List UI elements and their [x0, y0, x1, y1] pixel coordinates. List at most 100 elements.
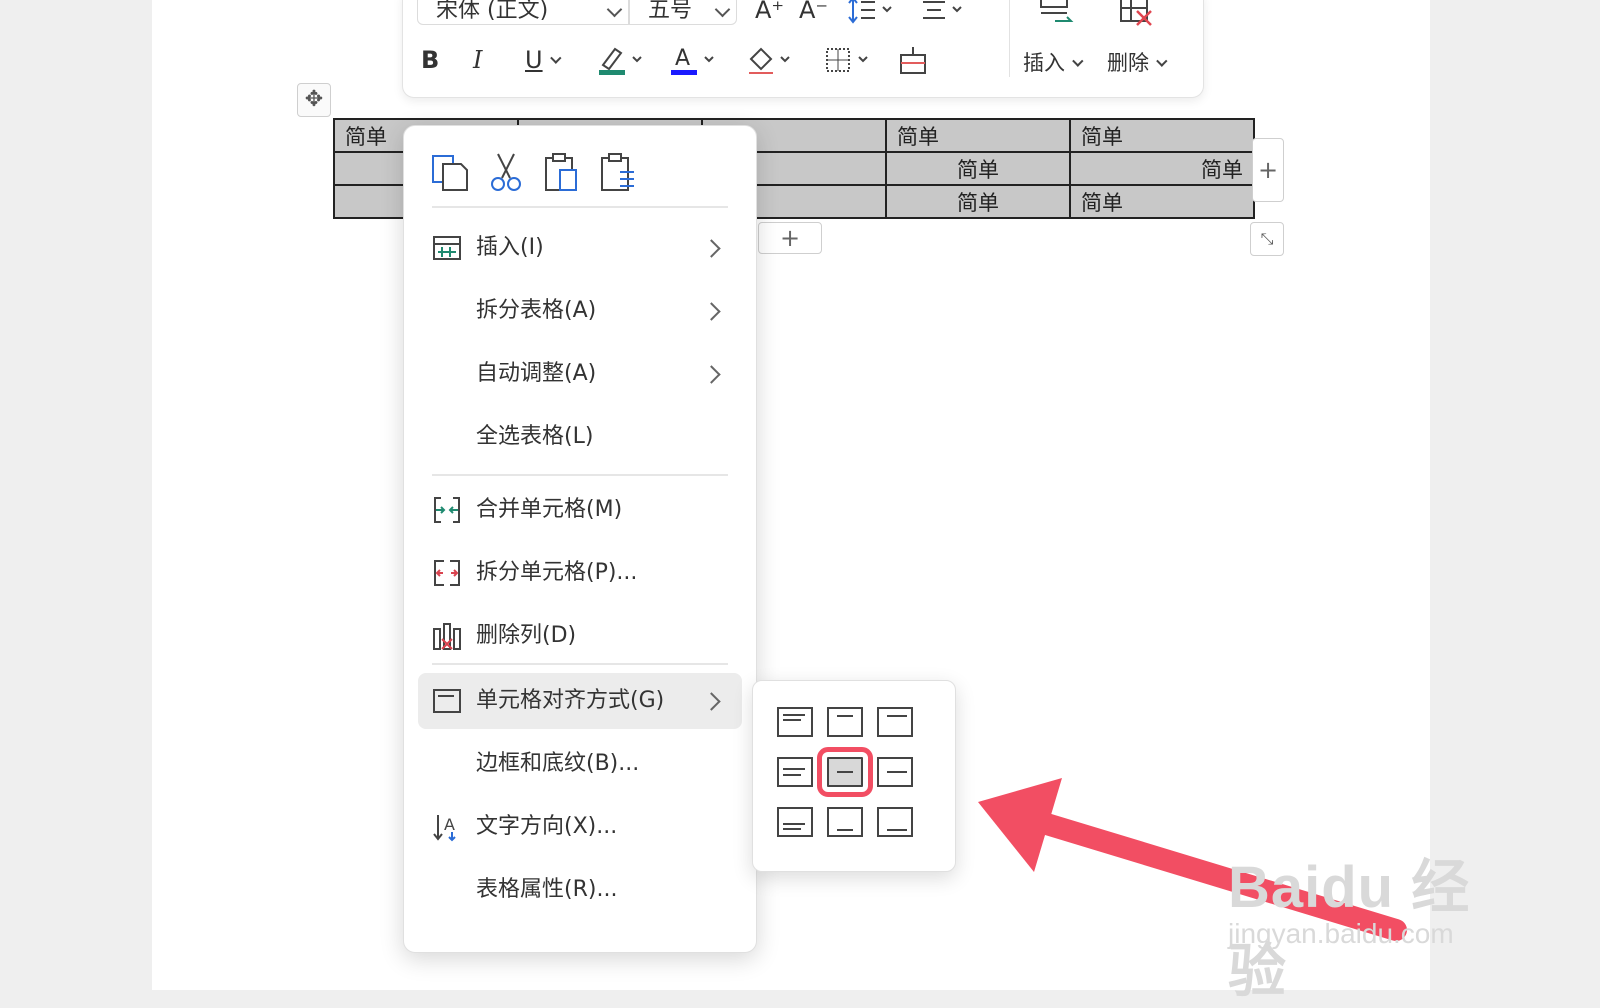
table-cell[interactable]: 简单	[1069, 118, 1255, 153]
align-top-right-button[interactable]	[877, 707, 913, 737]
chevron-right-icon	[702, 692, 721, 711]
menu-item-autofit[interactable]: 自动调整(A)	[418, 346, 742, 402]
copy-icon[interactable]	[430, 152, 470, 192]
menu-item-select-table[interactable]: 全选表格(L)	[418, 409, 742, 465]
cell-align-icon	[433, 689, 461, 713]
font-size-select[interactable]: 五号	[629, 0, 737, 25]
clear-format-button[interactable]	[897, 43, 933, 77]
menu-item-insert[interactable]: 插入(I)	[418, 220, 742, 276]
table-context-menu: 插入(I) 拆分表格(A) 自动调整(A) 全选表格(L) 合并单元格(M) 拆	[403, 125, 757, 953]
menu-item-cell-alignment[interactable]: 单元格对齐方式(G)	[418, 673, 742, 729]
line-spacing-button[interactable]	[847, 0, 899, 27]
svg-text:A: A	[675, 46, 690, 71]
delete-column-icon	[433, 623, 461, 650]
expand-icon: ⤡	[1260, 229, 1274, 248]
eraser-icon	[900, 47, 926, 74]
align-top-center-button[interactable]	[827, 707, 863, 737]
chevron-down-icon	[714, 1, 731, 18]
highlight-button[interactable]	[597, 43, 645, 77]
menu-item-label: 全选表格(L)	[476, 424, 594, 449]
insert-menu-button[interactable]: 插入	[1023, 47, 1084, 77]
align-middle-right-button[interactable]	[877, 757, 913, 787]
align-line	[783, 828, 801, 830]
menu-item-split-cells[interactable]: 拆分单元格(P)...	[418, 545, 742, 601]
menu-item-text-direction[interactable]: A 文字方向(X)...	[418, 799, 742, 855]
chevron-right-icon	[702, 365, 721, 384]
menu-item-merge-cells[interactable]: 合并单元格(M)	[418, 482, 742, 538]
menu-item-label: 文字方向(X)...	[476, 814, 618, 839]
bold-button[interactable]: B	[421, 43, 439, 77]
align-line	[783, 823, 805, 825]
delete-menu-button[interactable]: 删除	[1107, 47, 1168, 77]
table-cell[interactable]: 简单	[885, 118, 1071, 153]
add-column-button[interactable]: +	[1252, 138, 1284, 202]
split-cells-icon	[434, 560, 460, 586]
align-button[interactable]	[919, 0, 971, 27]
font-color-icon: A	[671, 46, 714, 75]
menu-item-label: 删除列(D)	[476, 623, 577, 648]
menu-separator	[432, 663, 728, 665]
align-line	[837, 771, 853, 773]
insert-row-col-icon	[1037, 0, 1077, 29]
menu-item-split-table[interactable]: 拆分表格(A)	[418, 283, 742, 339]
table-resize-handle[interactable]: ⤡	[1250, 222, 1284, 256]
align-line	[783, 774, 801, 776]
chevron-right-icon	[702, 239, 721, 258]
line-spacing-icon	[848, 0, 892, 24]
align-line	[783, 768, 805, 770]
menu-item-borders-shading[interactable]: 边框和底纹(B)...	[418, 736, 742, 792]
menu-item-label: 自动调整(A)	[476, 361, 597, 386]
paint-bucket-icon	[749, 47, 790, 74]
borders-button[interactable]	[823, 43, 871, 77]
underline-button[interactable]: U	[525, 43, 562, 77]
shading-button[interactable]	[745, 43, 793, 77]
table-cell[interactable]: 简单	[885, 184, 1071, 219]
align-line	[837, 829, 853, 831]
align-bottom-center-button[interactable]	[827, 807, 863, 837]
add-row-button[interactable]: +	[758, 222, 822, 254]
table-cell[interactable]: 简单	[885, 151, 1071, 186]
align-center-icon	[923, 1, 962, 19]
align-bottom-left-button[interactable]	[777, 807, 813, 837]
chevron-down-icon	[606, 1, 623, 18]
text-direction-icon: A	[433, 815, 456, 842]
table-move-handle[interactable]: ✥	[297, 83, 331, 117]
table-cell[interactable]: 简单	[1069, 151, 1255, 186]
toolbar-divider	[1009, 0, 1010, 77]
table-cell[interactable]: 简单	[1069, 184, 1255, 219]
align-line	[887, 771, 907, 773]
menu-item-label: 单元格对齐方式(G)	[476, 688, 665, 713]
align-line	[837, 715, 853, 717]
delete-table-icon	[1117, 0, 1157, 29]
align-middle-center-button[interactable]	[817, 747, 873, 797]
align-top-left-button[interactable]	[777, 707, 813, 737]
menu-item-table-properties[interactable]: 表格属性(R)...	[418, 862, 742, 918]
chevron-down-icon	[549, 52, 562, 64]
border-icon	[826, 48, 868, 72]
align-middle-left-button[interactable]	[777, 757, 813, 787]
decrease-font-button[interactable]: A⁻	[799, 0, 828, 27]
menu-item-label: 插入(I)	[476, 235, 544, 260]
font-color-button[interactable]: A	[669, 43, 717, 77]
align-line	[887, 829, 907, 831]
align-line	[887, 715, 907, 717]
menu-item-label: 拆分单元格(P)...	[476, 560, 638, 585]
chevron-down-icon	[1072, 55, 1084, 67]
font-size-value: 五号	[648, 0, 693, 23]
paste-special-icon[interactable]	[598, 152, 638, 192]
highlighter-icon	[599, 47, 642, 75]
menu-item-label: 拆分表格(A)	[476, 298, 597, 323]
align-bottom-right-button[interactable]	[877, 807, 913, 837]
svg-text:A: A	[444, 815, 455, 834]
cut-icon[interactable]	[486, 152, 526, 192]
menu-item-delete-column[interactable]: 删除列(D)	[418, 608, 742, 664]
menu-separator	[432, 206, 728, 208]
paste-icon[interactable]	[542, 152, 582, 192]
chevron-down-icon	[1156, 55, 1168, 67]
font-name-select[interactable]: 宋体 (正文)	[417, 0, 629, 25]
increase-font-button[interactable]: A⁺	[755, 0, 784, 27]
chevron-right-icon	[702, 302, 721, 321]
italic-button[interactable]: I	[473, 43, 482, 77]
menu-item-label: 边框和底纹(B)...	[476, 751, 640, 776]
floating-format-toolbar: 宋体 (正文) 五号 A⁺ A⁻ B I U A 插入 删除	[402, 0, 1204, 98]
